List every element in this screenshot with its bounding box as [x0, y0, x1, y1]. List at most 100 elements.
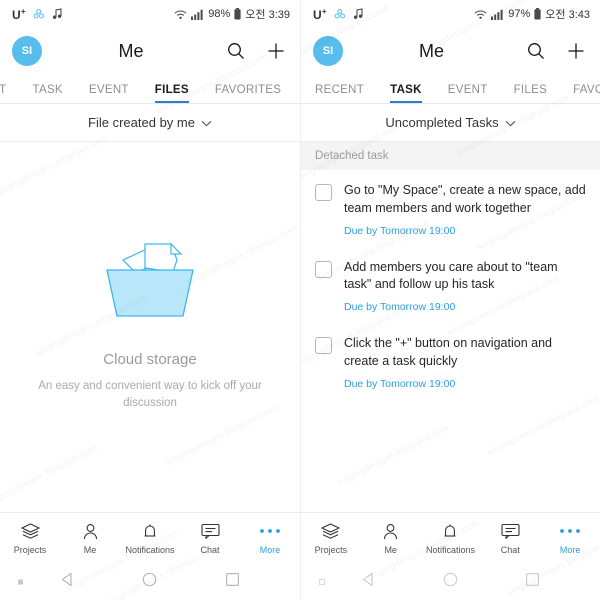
task-row[interactable]: Click the "+" button on navigation and c…: [301, 323, 600, 400]
nav-item-projects[interactable]: Projects: [301, 522, 361, 555]
filter-row-left[interactable]: File created by me: [0, 104, 300, 142]
tab-recent[interactable]: RECENT: [315, 84, 364, 103]
app-bar-actions: [224, 39, 288, 63]
bottom-nav-right: Projects Me Notifications Chat More: [301, 512, 600, 564]
filter-row-right[interactable]: Uncompleted Tasks: [301, 104, 600, 142]
tab-bar-left: CENT TASK EVENT FILES FAVORITES: [0, 74, 300, 104]
nav-item-me[interactable]: Me: [361, 522, 421, 555]
tab-event[interactable]: EVENT: [448, 84, 488, 103]
add-icon[interactable]: [564, 39, 588, 63]
add-icon[interactable]: [264, 39, 288, 63]
filter-label: File created by me: [88, 115, 195, 130]
nav-hint-dot: [18, 579, 23, 585]
task-checkbox[interactable]: [315, 260, 332, 278]
task-row[interactable]: Add members you care about to "team task…: [301, 247, 600, 324]
clock-label: 오전 3:43: [545, 9, 590, 21]
task-row[interactable]: Go to "My Space", create a new space, ad…: [301, 170, 600, 247]
bell-icon: [142, 522, 158, 540]
bluetooth-share-icon: [33, 8, 45, 20]
nav-item-chat[interactable]: Chat: [480, 522, 540, 555]
page-title: Me: [418, 40, 444, 61]
nav-label-me: Me: [83, 545, 97, 555]
tab-bar-right: RECENT TASK EVENT FILES FAVORIT: [301, 74, 600, 104]
chevron-down-icon: [201, 114, 212, 132]
app-bar-actions: [524, 39, 588, 63]
nav-item-chat[interactable]: Chat: [180, 522, 240, 555]
nav-label-projects: Projects: [13, 545, 47, 555]
recents-icon[interactable]: [524, 571, 541, 593]
nav-item-projects[interactable]: Projects: [0, 522, 60, 555]
tab-list-left: CENT TASK EVENT FILES FAVORITES: [0, 84, 281, 103]
clock-label: 오전 3:39: [245, 9, 290, 21]
status-bar-right-group: 97% 오전 3:43: [474, 6, 590, 22]
chat-bubble-icon: [200, 522, 220, 540]
nav-item-me[interactable]: Me: [60, 522, 120, 555]
panel-left: U+ 98% 오전 3:39 SI Me TASK EVENT FILES FA…: [0, 0, 300, 600]
tab-files[interactable]: FILES: [514, 84, 547, 103]
more-dots-icon: [559, 522, 581, 540]
nav-item-more[interactable]: More: [240, 522, 300, 555]
home-icon[interactable]: [442, 571, 459, 593]
bell-icon: [442, 522, 458, 540]
search-icon[interactable]: [224, 39, 248, 63]
tab-favorites[interactable]: FAVORITES: [215, 84, 281, 103]
app-bar-right: SI Me: [301, 28, 600, 74]
empty-state-cloud-storage: Cloud storage An easy and convenient way…: [0, 142, 300, 512]
tab-files[interactable]: FILES: [154, 84, 189, 103]
system-nav-right: [301, 564, 600, 600]
system-nav-left: [0, 564, 300, 600]
layers-icon: [321, 522, 341, 540]
battery-full-icon: [234, 8, 241, 20]
nav-label-projects: Projects: [314, 545, 348, 555]
task-due-label: Due by Tomorrow 19:00: [344, 301, 456, 313]
nav-label-more: More: [259, 545, 281, 555]
nav-label-chat: Chat: [500, 545, 520, 555]
wifi-icon: [474, 9, 487, 20]
recents-icon[interactable]: [224, 571, 241, 593]
task-title: Click the "+" button on navigation and c…: [344, 336, 552, 368]
task-checkbox[interactable]: [315, 184, 332, 201]
panel-right: U+ 97% 오전 3:43 SI Me RECENT TASK EVENT F…: [300, 0, 600, 600]
status-bar-left-group: U+: [12, 7, 63, 22]
nav-item-notifications[interactable]: Notifications: [421, 522, 481, 555]
home-icon[interactable]: [141, 571, 158, 593]
nav-label-notifications: Notifications: [425, 545, 475, 555]
dual-screenshot: U+ 98% 오전 3:39 SI Me TASK EVENT FILES FA…: [0, 0, 600, 600]
status-bar-left-group: U+: [313, 7, 364, 22]
task-body: Click the "+" button on navigation and c…: [344, 335, 588, 390]
nav-item-more[interactable]: More: [540, 522, 600, 555]
nav-item-notifications[interactable]: Notifications: [120, 522, 180, 555]
status-bar-left: U+ 98% 오전 3:39: [0, 0, 300, 28]
task-checkbox[interactable]: [315, 337, 332, 354]
empty-state-subtitle: An easy and convenient way to kick off y…: [38, 380, 262, 410]
music-note-icon: [353, 8, 364, 20]
section-header-detached-task: Detached task: [301, 142, 600, 170]
more-dots-icon: [259, 522, 281, 540]
battery-percent-label: 97%: [508, 8, 531, 20]
task-title: Go to "My Space", create a new space, ad…: [344, 183, 586, 215]
tab-favorites[interactable]: FAVORIT: [573, 84, 600, 103]
layers-icon: [20, 522, 40, 540]
nav-label-notifications: Notifications: [125, 545, 175, 555]
search-icon[interactable]: [524, 39, 548, 63]
tab-event[interactable]: EVENT: [89, 84, 129, 103]
back-icon[interactable]: [360, 571, 377, 593]
tab-task[interactable]: TASK: [390, 84, 422, 103]
person-icon: [382, 522, 399, 540]
status-bar-right: U+ 97% 오전 3:43: [301, 0, 600, 28]
nav-label-more: More: [559, 545, 581, 555]
filter-label: Uncompleted Tasks: [385, 115, 499, 130]
task-title: Add members you care about to "team task…: [344, 259, 558, 292]
chevron-down-icon: [505, 114, 516, 132]
signal-icon: [191, 9, 204, 20]
cloud-storage-basket-icon: [97, 238, 203, 331]
task-list: Go to "My Space", create a new space, ad…: [301, 170, 600, 512]
signal-icon: [491, 9, 504, 20]
back-icon[interactable]: [59, 571, 76, 593]
tab-recent[interactable]: CENT: [0, 84, 7, 103]
empty-state-title: Cloud storage: [103, 351, 197, 368]
person-icon: [82, 522, 99, 540]
nav-hint-dot: [319, 579, 325, 585]
bottom-nav-left: Projects Me Notifications Chat More: [0, 512, 300, 564]
tab-task[interactable]: TASK: [33, 84, 63, 103]
